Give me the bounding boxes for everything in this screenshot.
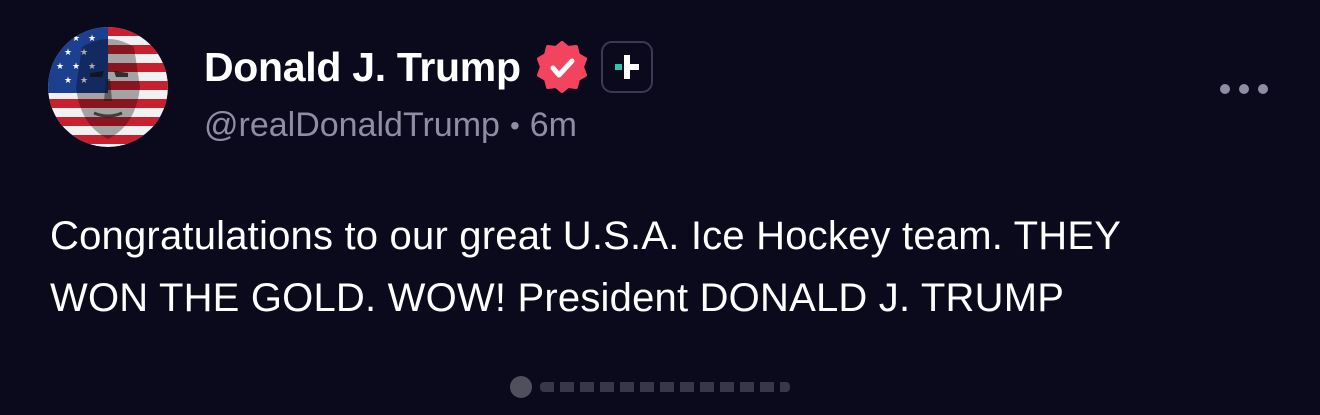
watermark-text-blur: [540, 382, 790, 392]
watermark: [510, 374, 800, 400]
watermark-logo-icon: [510, 376, 532, 398]
verified-badge-icon: [536, 41, 587, 93]
svg-text:★: ★: [56, 62, 64, 72]
avatar-flag-portrait-icon: ★ ★ ★ ★ ★ ★ ★ ★ ★ ★: [48, 27, 168, 147]
svg-text:★: ★: [64, 76, 72, 86]
handle-row: @realDonaldTrump • 6m: [204, 106, 653, 145]
author-display-name[interactable]: Donald J. Trump: [204, 44, 521, 91]
post-body-text: Congratulations to our great U.S.A. Ice …: [50, 214, 1121, 320]
more-options-button[interactable]: [1220, 72, 1268, 106]
svg-text:★: ★: [64, 48, 72, 58]
more-options-dot: [1239, 84, 1249, 94]
more-options-icon: [1220, 84, 1230, 94]
name-row: Donald J. Trump: [204, 38, 653, 96]
author-handle[interactable]: @realDonaldTrump: [204, 106, 500, 145]
svg-text:★: ★: [72, 34, 80, 44]
post-header: Donald J. Trump @realDonaldTrump • 6m: [204, 38, 653, 145]
avatar[interactable]: ★ ★ ★ ★ ★ ★ ★ ★ ★ ★: [48, 27, 168, 147]
plus-icon: [614, 55, 639, 79]
separator-dot: •: [509, 109, 520, 141]
more-options-dot: [1258, 84, 1268, 94]
svg-text:★: ★: [56, 34, 64, 44]
post-timestamp[interactable]: 6m: [530, 106, 577, 145]
follow-button[interactable]: [600, 41, 653, 93]
post-card: ★ ★ ★ ★ ★ ★ ★ ★ ★ ★ Donald J. Trump @rea…: [0, 0, 1320, 415]
